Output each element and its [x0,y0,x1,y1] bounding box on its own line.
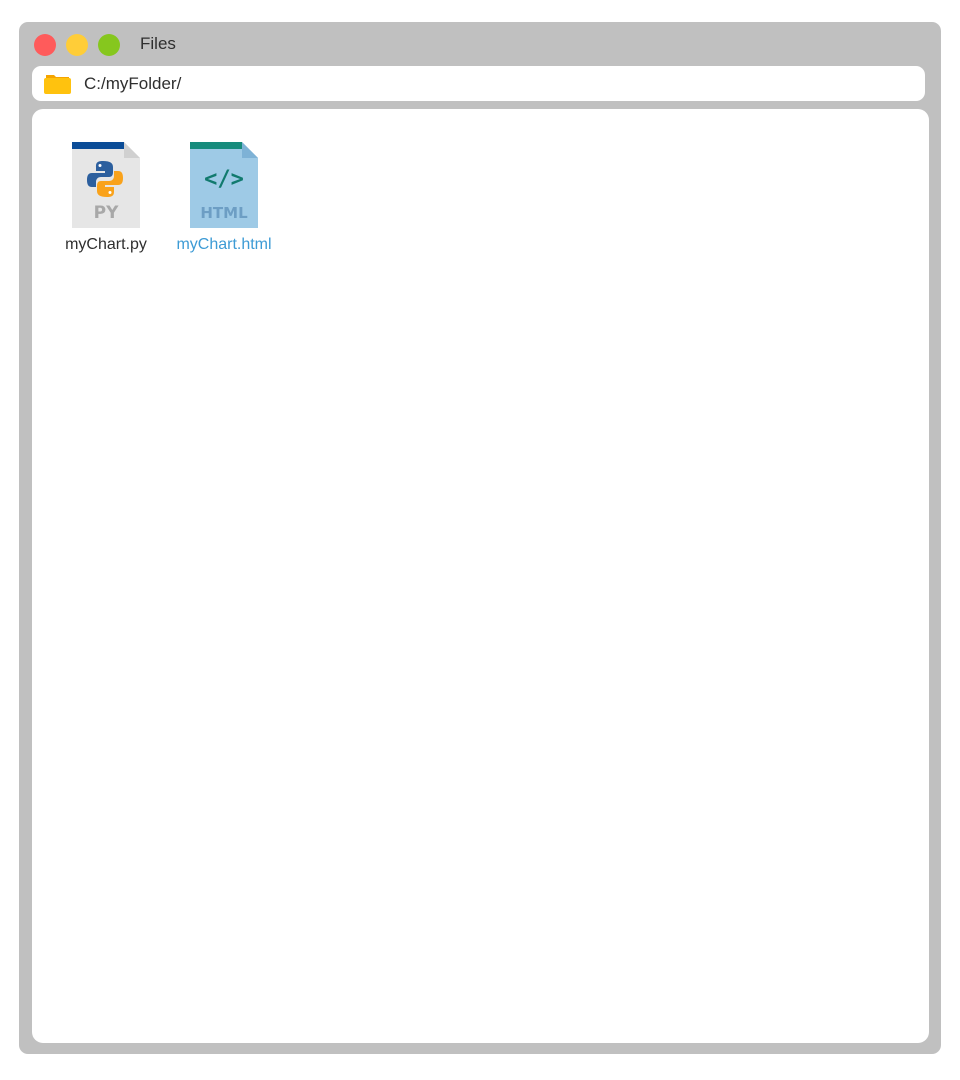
folder-icon [44,75,71,94]
file-name: myChart.html [176,236,272,253]
address-bar[interactable]: C:/myFolder/ [32,66,925,101]
html-badge: HTML [200,204,248,222]
py-badge: PY [94,203,119,223]
html-file-icon: </> HTML [190,142,258,228]
file-list-area: PY myChart.py </> HTML myChart.html [32,109,929,1043]
window-title: Files [140,34,176,53]
title-bar[interactable]: Files [19,22,941,66]
file-item-mychart-py[interactable]: PY myChart.py [46,142,166,255]
file-explorer-window: Files C:/myFolder/ PY myChart.py </> HTM… [19,22,941,1054]
maximize-button[interactable] [98,34,120,56]
file-item-mychart-html[interactable]: </> HTML myChart.html [164,142,284,255]
minimize-button[interactable] [66,34,88,56]
folder-path: C:/myFolder/ [84,74,182,93]
code-glyph: </> [204,167,244,192]
python-file-icon: PY [72,142,140,228]
file-name: myChart.py [65,236,147,253]
close-button[interactable] [34,34,56,56]
